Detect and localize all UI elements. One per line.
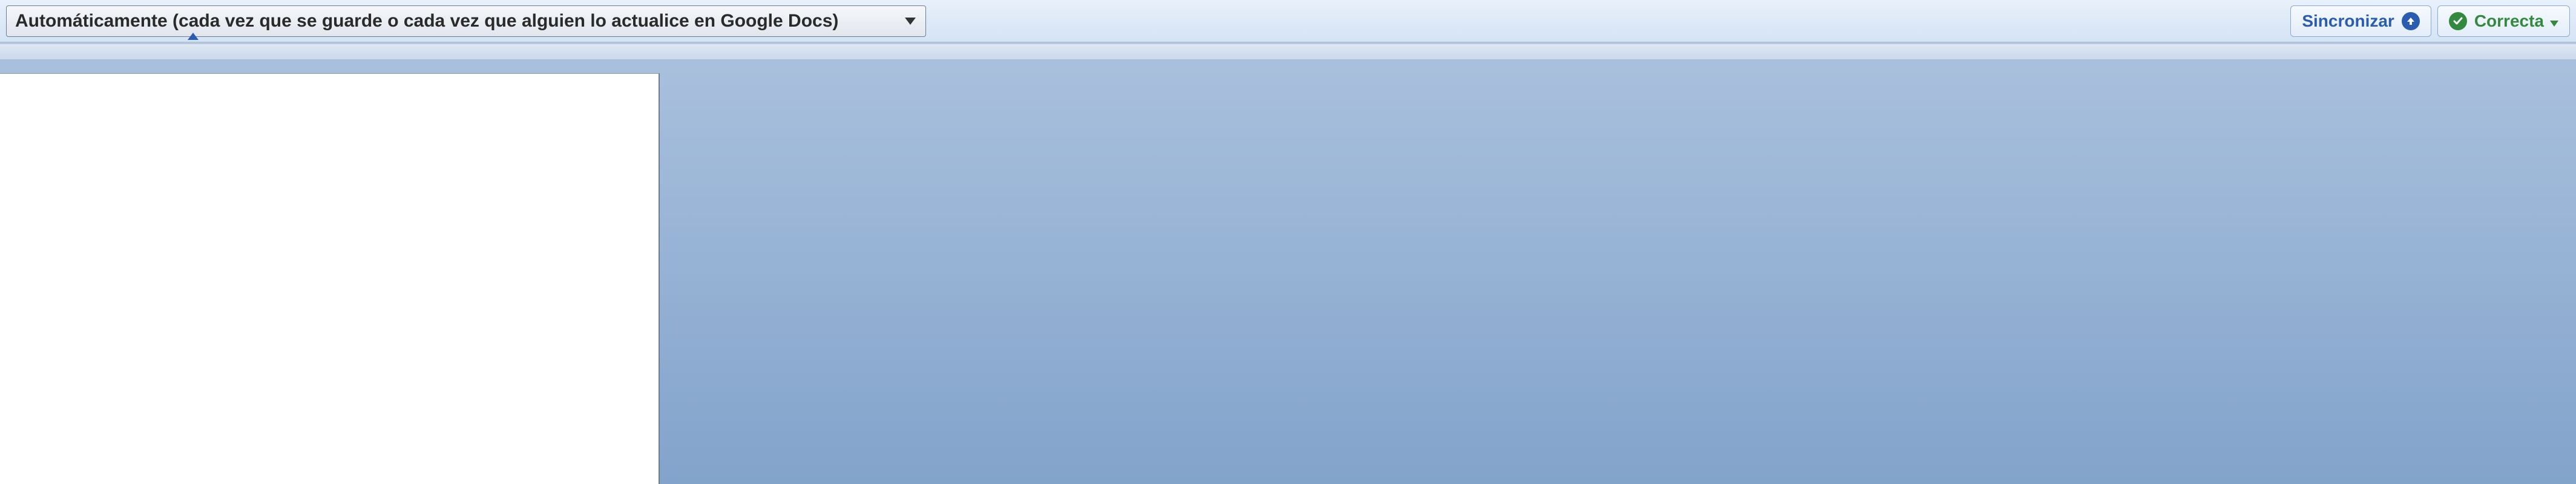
dropdown-selected-label: Automáticamente (cada vez que se guarde … xyxy=(15,11,890,31)
synchronize-button-label: Sincronizar xyxy=(2302,11,2394,31)
check-circle-icon xyxy=(2449,12,2467,30)
upload-arrow-icon xyxy=(2402,12,2420,30)
synchronize-button[interactable]: Sincronizar xyxy=(2290,5,2431,37)
chevron-down-icon xyxy=(905,18,916,25)
status-button-label: Correcta xyxy=(2474,11,2544,31)
sync-mode-dropdown[interactable]: Automáticamente (cada vez que se guarde … xyxy=(6,5,926,37)
chevron-down-icon xyxy=(2550,11,2558,31)
document-page[interactable] xyxy=(0,73,660,484)
triangle-up-icon xyxy=(188,32,199,43)
status-button[interactable]: Correcta xyxy=(2437,5,2570,37)
secondary-strip xyxy=(0,44,2576,60)
document-canvas-area xyxy=(0,60,2576,484)
toolbar: Automáticamente (cada vez que se guarde … xyxy=(0,0,2576,42)
